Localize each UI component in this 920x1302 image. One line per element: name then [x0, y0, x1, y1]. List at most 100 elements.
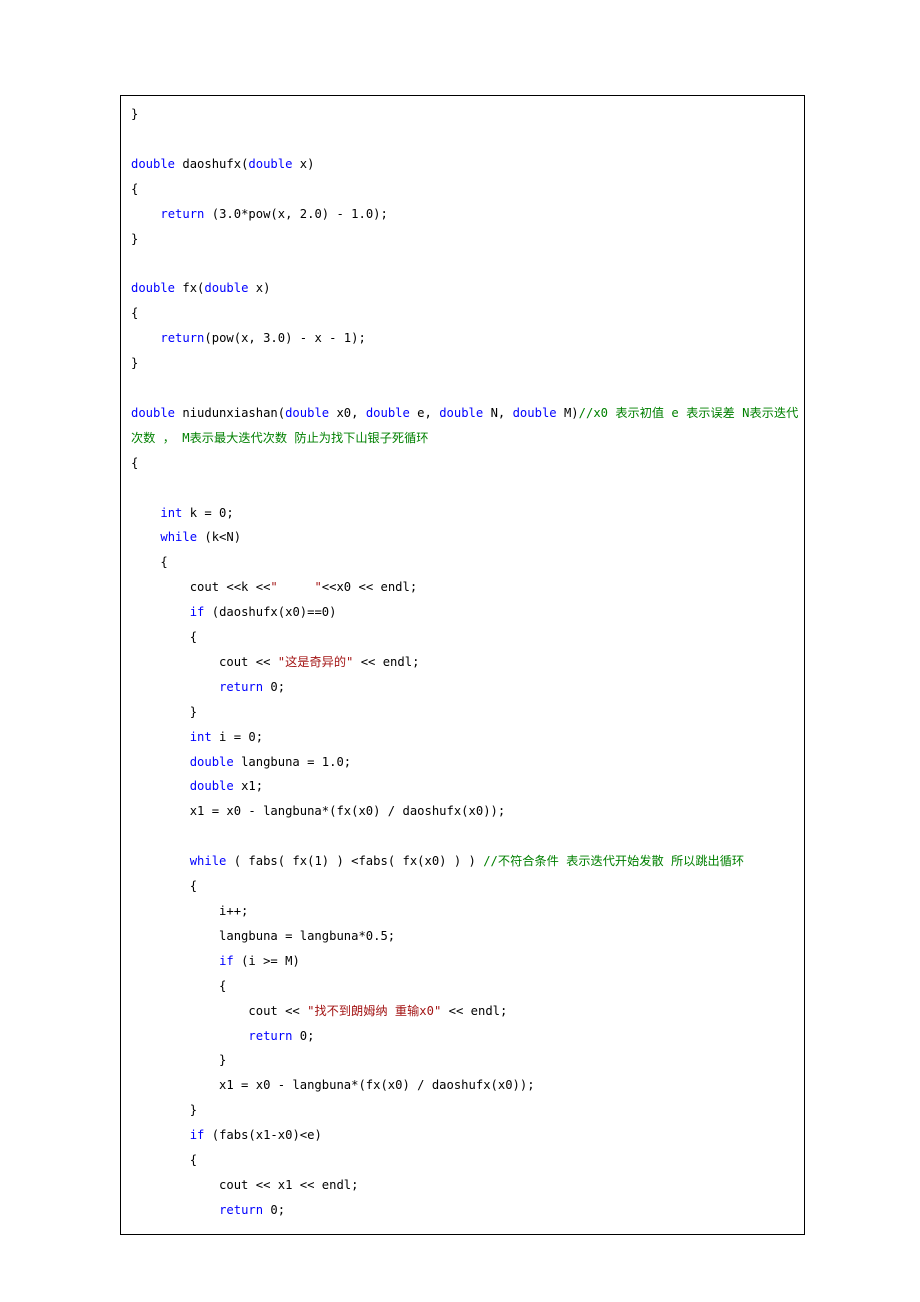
keyword-span: if: [190, 1128, 205, 1142]
code-box: } double daoshufx(double x) { return (3.0…: [120, 95, 805, 1235]
code-span: {: [131, 979, 226, 993]
keyword-span: if: [219, 954, 234, 968]
code-line: {: [131, 550, 794, 575]
code-span: x1 = x0 - langbuna*(fx(x0) / daoshufx(x0…: [131, 1078, 535, 1092]
code-span: fx(: [175, 281, 204, 295]
code-span: N,: [483, 406, 512, 420]
code-span: << endl;: [353, 655, 419, 669]
code-line: {: [131, 177, 794, 202]
code-line: {: [131, 625, 794, 650]
code-line: if (i >= M): [131, 949, 794, 974]
comment-span: //不符合条件 表示迭代开始发散 所以跳出循环: [483, 854, 744, 868]
code-line: while ( fabs( fx(1) ) <fabs( fx(x0) ) ) …: [131, 849, 794, 874]
code-line: double daoshufx(double x): [131, 152, 794, 177]
document-page: } double daoshufx(double x) { return (3.0…: [0, 0, 920, 1302]
code-span: (3.0*pow(x, 2.0) - 1.0);: [204, 207, 387, 221]
code-span: {: [131, 1153, 197, 1167]
keyword-span: double: [131, 157, 175, 171]
keyword-span: double: [204, 281, 248, 295]
code-span: 0;: [263, 1203, 285, 1217]
keyword-span: double: [190, 779, 234, 793]
keyword-span: if: [190, 605, 205, 619]
code-span: (i >= M): [234, 954, 300, 968]
code-span: {: [131, 306, 138, 320]
code-span: langbuna = langbuna*0.5;: [131, 929, 395, 943]
code-line: {: [131, 1148, 794, 1173]
keyword-span: double: [131, 281, 175, 295]
code-span: {: [131, 879, 197, 893]
comment-span: 次数 ， M表示最大迭代次数 防止为找下山银子死循环: [131, 431, 428, 445]
code-line: i++;: [131, 899, 794, 924]
code-span: [131, 854, 190, 868]
keyword-span: while: [160, 530, 197, 544]
code-span: [131, 954, 219, 968]
code-line: return (3.0*pow(x, 2.0) - 1.0);: [131, 202, 794, 227]
string-span: "找不到朗姆纳 重输x0": [307, 1004, 441, 1018]
code-span: M): [557, 406, 579, 420]
code-line: [131, 824, 794, 849]
code-span: (k<N): [197, 530, 241, 544]
code-line: double fx(double x): [131, 276, 794, 301]
code-line: {: [131, 874, 794, 899]
code-line: }: [131, 227, 794, 252]
keyword-span: return: [160, 331, 204, 345]
code-line: }: [131, 1048, 794, 1073]
keyword-span: return: [219, 1203, 263, 1217]
code-span: [131, 207, 160, 221]
code-line: return 0;: [131, 1198, 794, 1223]
string-span: "这是奇异的": [278, 655, 354, 669]
code-line: int i = 0;: [131, 725, 794, 750]
keyword-span: int: [190, 730, 212, 744]
keyword-span: double: [131, 406, 175, 420]
keyword-span: double: [285, 406, 329, 420]
code-span: << endl;: [441, 1004, 507, 1018]
code-line: }: [131, 351, 794, 376]
code-span: [131, 680, 219, 694]
code-span: x): [292, 157, 314, 171]
code-line: [131, 127, 794, 152]
code-span: [131, 1203, 219, 1217]
code-span: niudunxiashan(: [175, 406, 285, 420]
code-span: {: [131, 456, 138, 470]
code-span: [131, 779, 190, 793]
code-span: }: [131, 1103, 197, 1117]
keyword-span: return: [219, 680, 263, 694]
code-span: }: [131, 232, 138, 246]
keyword-span: return: [248, 1029, 292, 1043]
code-line: }: [131, 700, 794, 725]
code-span: {: [131, 555, 168, 569]
code-line: cout << "找不到朗姆纳 重输x0" << endl;: [131, 999, 794, 1024]
code-line: cout <<k <<" "<<x0 << endl;: [131, 575, 794, 600]
keyword-span: double: [439, 406, 483, 420]
code-line: double langbuna = 1.0;: [131, 750, 794, 775]
code-span: e,: [410, 406, 439, 420]
code-line: int k = 0;: [131, 501, 794, 526]
code-span: <<x0 << endl;: [322, 580, 417, 594]
keyword-span: return: [160, 207, 204, 221]
code-span: cout <<: [131, 655, 278, 669]
code-line: x1 = x0 - langbuna*(fx(x0) / daoshufx(x0…: [131, 1073, 794, 1098]
code-span: [131, 755, 190, 769]
code-line: [131, 376, 794, 401]
code-span: {: [131, 630, 197, 644]
code-line: {: [131, 451, 794, 476]
code-span: k = 0;: [182, 506, 233, 520]
keyword-span: double: [513, 406, 557, 420]
code-span: (pow(x, 3.0) - x - 1);: [204, 331, 365, 345]
code-span: }: [131, 356, 138, 370]
code-line: 次数 ， M表示最大迭代次数 防止为找下山银子死循环: [131, 426, 794, 451]
code-line: return 0;: [131, 675, 794, 700]
code-line: }: [131, 102, 794, 127]
code-line: return(pow(x, 3.0) - x - 1);: [131, 326, 794, 351]
code-span: langbuna = 1.0;: [234, 755, 351, 769]
code-span: }: [131, 1053, 226, 1067]
code-span: [131, 506, 160, 520]
code-line: [131, 476, 794, 501]
code-span: ( fabs( fx(1) ) <fabs( fx(x0) ) ): [226, 854, 483, 868]
code-line: if (fabs(x1-x0)<e): [131, 1123, 794, 1148]
code-span: {: [131, 182, 138, 196]
code-span: x): [248, 281, 270, 295]
code-span: 0;: [263, 680, 285, 694]
code-line: [131, 251, 794, 276]
code-span: x0,: [329, 406, 366, 420]
